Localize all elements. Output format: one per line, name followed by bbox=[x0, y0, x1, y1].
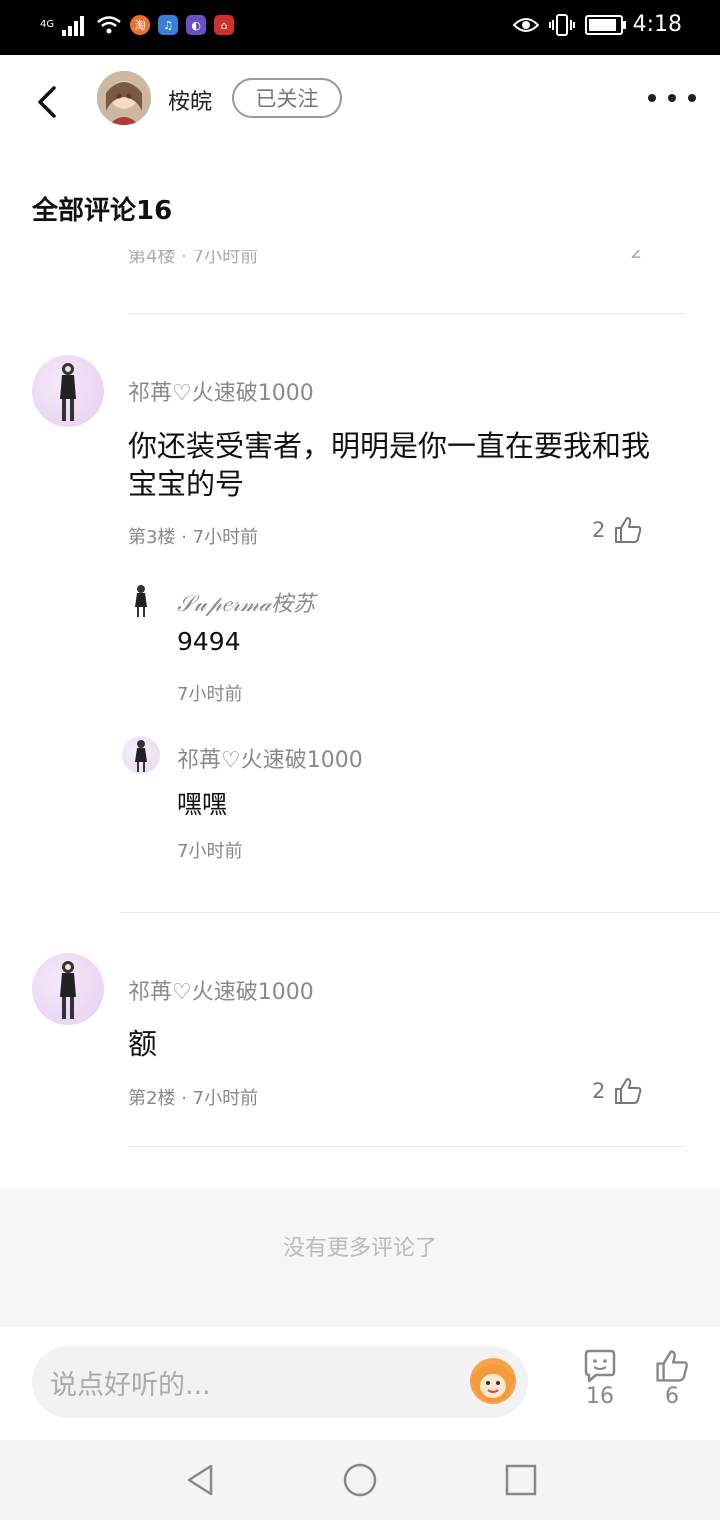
section-title: 全部评论16 bbox=[32, 196, 173, 226]
triangle-back-icon bbox=[187, 1464, 213, 1496]
like-count: 2 bbox=[592, 1079, 606, 1103]
square-recents-icon bbox=[505, 1464, 537, 1496]
comments-button[interactable]: 16 bbox=[578, 1348, 622, 1409]
more-options-button[interactable] bbox=[648, 84, 696, 112]
chevron-left-icon bbox=[38, 86, 56, 118]
meta-separator: · bbox=[181, 1088, 193, 1109]
comment-content[interactable]: 你还装受害者，明明是你一直在要我和我宝宝的号 bbox=[128, 427, 658, 503]
comment-time: 7小时前 bbox=[192, 527, 259, 548]
end-of-list: 没有更多评论了 bbox=[0, 1188, 720, 1324]
comments-count: 16 bbox=[586, 1384, 614, 1409]
clipped-meta-text: 第4楼 · 7小时前 bbox=[128, 250, 259, 267]
taobao-icon: 淘 bbox=[130, 15, 151, 35]
network-type: 4G bbox=[40, 19, 55, 30]
comment-floor: 第2楼 bbox=[128, 1088, 176, 1109]
divider bbox=[128, 313, 685, 314]
divider bbox=[120, 912, 720, 913]
comment-meta: 第2楼 · 7小时前 bbox=[128, 1084, 258, 1110]
back-button[interactable] bbox=[28, 82, 68, 122]
nav-back-button[interactable] bbox=[183, 1462, 219, 1502]
reply-avatar[interactable] bbox=[122, 581, 160, 619]
user-avatar[interactable] bbox=[97, 71, 151, 125]
reply-content[interactable]: 9494 bbox=[177, 627, 241, 656]
comment-meta: 第3楼 · 7小时前 bbox=[128, 523, 258, 549]
nav-recents-button[interactable] bbox=[503, 1462, 539, 1502]
reply-content[interactable]: 嘿嘿 bbox=[177, 785, 227, 821]
system-navigation-bar bbox=[0, 1440, 720, 1520]
comment-author[interactable]: 祁苒♡火速破1000 bbox=[128, 974, 314, 1006]
comment-time: 7小时前 bbox=[192, 1088, 259, 1109]
music-icon: ♫ bbox=[158, 15, 179, 35]
thumbs-up-icon bbox=[615, 1078, 642, 1104]
comment-avatar[interactable] bbox=[32, 355, 104, 427]
user-name[interactable]: 桉皖 bbox=[168, 84, 212, 116]
browser-icon: ◐ bbox=[186, 15, 207, 35]
follow-button[interactable]: 已关注 bbox=[232, 78, 342, 118]
battery-icon bbox=[584, 14, 626, 35]
comment-avatar[interactable] bbox=[32, 953, 104, 1025]
reply-time: 7小时前 bbox=[177, 841, 243, 862]
reply-avatar[interactable] bbox=[122, 736, 160, 774]
eye-comfort-icon bbox=[512, 17, 539, 32]
comment-like-button[interactable]: 2 bbox=[592, 515, 643, 545]
comment-like-button[interactable]: 2 bbox=[592, 1076, 643, 1106]
comment-input-placeholder: 说点好听的... bbox=[50, 1369, 211, 1401]
bottom-comment-bar: 说点好听的... 16 6 bbox=[0, 1325, 720, 1441]
divider bbox=[128, 1146, 685, 1147]
like-button[interactable]: 6 bbox=[650, 1348, 694, 1409]
emoji-button[interactable] bbox=[470, 1358, 516, 1404]
reply-time: 7小时前 bbox=[177, 684, 243, 705]
like-count: 2 bbox=[592, 518, 606, 542]
wifi-icon bbox=[97, 16, 121, 34]
no-more-comments-text: 没有更多评论了 bbox=[282, 1236, 437, 1261]
comment-floor: 第3楼 bbox=[128, 527, 176, 548]
reply-author[interactable]: 𝒮𝓊𝓅𝑒𝓇𝓂𝒶桉苏 bbox=[177, 586, 315, 618]
clipped-like-count: 2 bbox=[630, 250, 642, 263]
thumbs-up-icon bbox=[615, 517, 642, 543]
comment-bubble-icon bbox=[584, 1349, 616, 1383]
clock: 4:18 bbox=[632, 12, 682, 37]
vibrate-icon bbox=[548, 13, 575, 36]
dot-icon bbox=[688, 94, 696, 102]
monkey-emoji-icon bbox=[471, 1364, 515, 1402]
reply-author[interactable]: 祁苒♡火速破1000 bbox=[177, 742, 363, 774]
circle-home-icon bbox=[343, 1463, 377, 1497]
nav-home-button[interactable] bbox=[342, 1462, 378, 1502]
comment-author[interactable]: 祁苒♡火速破1000 bbox=[128, 375, 314, 407]
status-bar: 4G 淘 ♫ ◐ ⌂ 4:18 bbox=[0, 0, 720, 55]
dot-icon bbox=[668, 94, 676, 102]
comment-input[interactable]: 说点好听的... bbox=[32, 1346, 528, 1418]
clipped-comment-meta: 第4楼 · 7小时前 2 bbox=[128, 250, 688, 274]
meta-separator: · bbox=[181, 527, 193, 548]
dot-icon bbox=[648, 94, 656, 102]
likes-count: 6 bbox=[665, 1384, 679, 1409]
thumbs-up-icon bbox=[656, 1350, 688, 1382]
comment-content[interactable]: 额 bbox=[128, 1025, 157, 1063]
signal-icon bbox=[62, 16, 85, 36]
huawei-icon: ⌂ bbox=[214, 15, 235, 35]
